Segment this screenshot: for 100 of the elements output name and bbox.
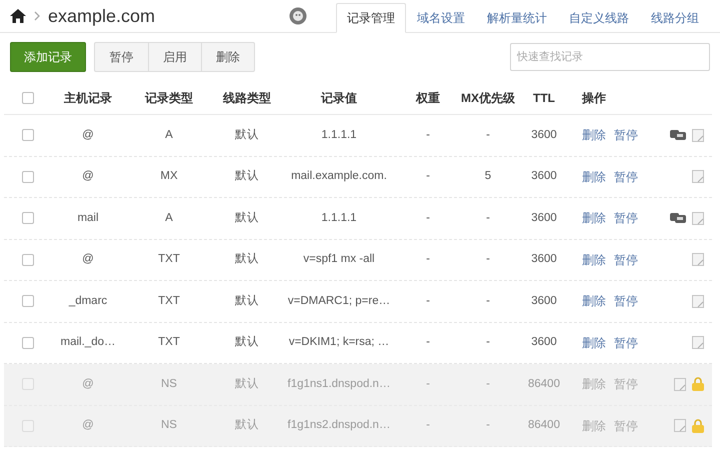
table-cell-text: 默认 — [235, 334, 259, 350]
checkbox[interactable] — [22, 336, 34, 349]
table-cell-text: _dmarc — [68, 294, 108, 309]
table-cell-text: 5 — [484, 169, 492, 184]
column-header: 权重 — [416, 90, 440, 106]
action-link[interactable]: 删除 — [582, 209, 606, 228]
action-link[interactable]: 删除 — [582, 168, 606, 186]
table-cell-text: NS — [161, 418, 177, 434]
column-header: TTL — [533, 90, 555, 106]
record-row[interactable]: @ TXT 默认 v=spf1 mx -all - - 3600 删除 暂停 — [4, 240, 712, 281]
table-cell-text: @ — [82, 128, 94, 143]
record-row[interactable]: mail._do… TXT 默认 v=DKIM1; k=rsa; … - - 3600 删除 暂停 — [4, 322, 712, 364]
table-cell-text: mail._do… — [60, 335, 116, 350]
table-cell-text: - — [426, 418, 430, 434]
table-cell-text: TXT — [158, 252, 180, 268]
table-cell-text: 86400 — [528, 376, 560, 392]
table-cell-text: - — [426, 294, 430, 309]
table-cell-text: TXT — [158, 335, 180, 350]
table-cell-text: 1.1.1.1 — [321, 128, 357, 143]
action-link[interactable]: 暂停 — [614, 126, 638, 144]
table-cell-text: v=DMARC1; p=re… — [288, 294, 390, 309]
lock-icon — [692, 418, 704, 433]
table-cell-text: mail — [77, 210, 99, 226]
table-cell-text: 3600 — [531, 294, 557, 309]
table-cell-text: TXT — [158, 294, 180, 309]
cluster-icon[interactable] — [670, 212, 686, 224]
table-cell-text: - — [486, 252, 490, 268]
tab[interactable]: 自定义线路 — [558, 3, 640, 33]
action-link[interactable]: 暂停 — [614, 334, 638, 352]
checkbox[interactable] — [22, 170, 34, 183]
action-link[interactable]: 暂停 — [614, 250, 638, 269]
action-link[interactable]: 暂停 — [614, 168, 638, 186]
table-cell-text: - — [486, 418, 490, 434]
table-cell-text: v=DKIM1; k=rsa; … — [288, 335, 390, 350]
cluster-icon[interactable] — [670, 129, 686, 142]
action-link[interactable]: 删除 — [582, 334, 606, 352]
table-cell-text: - — [486, 128, 490, 143]
table-cell-text: 默认 — [235, 294, 259, 309]
bubble-icon[interactable] — [289, 7, 308, 25]
table-cell-text: f1g1ns2.dnspod.n… — [288, 418, 390, 434]
table-cell-text: 默认 — [235, 418, 259, 434]
table-cell-text: A — [165, 128, 173, 143]
table-cell-text: 默认 — [235, 168, 259, 184]
domain-title: example.com — [48, 4, 156, 28]
note-icon[interactable] — [692, 128, 704, 142]
checkbox[interactable] — [22, 129, 34, 142]
table-cell-text: 3600 — [531, 169, 557, 184]
table-cell-text: - — [486, 335, 490, 350]
toolbar-button[interactable]: 启用 — [148, 43, 201, 71]
table-cell-text: 默认 — [235, 252, 259, 268]
action-link[interactable]: 暂停 — [614, 292, 638, 310]
tab[interactable]: 记录管理 — [336, 3, 406, 33]
checkbox[interactable] — [22, 92, 34, 104]
checkbox[interactable] — [22, 295, 34, 308]
table-cell-text: f1g1ns1.dnspod.n… — [288, 376, 390, 392]
toolbar-button[interactable]: 暂停 — [95, 43, 148, 71]
column-header: 主机记录 — [64, 90, 112, 106]
action-link[interactable]: 删除 — [582, 126, 606, 144]
home-icon[interactable] — [10, 9, 26, 23]
toolbar-button[interactable]: 删除 — [201, 43, 254, 71]
note-icon[interactable] — [692, 212, 704, 225]
note-icon[interactable] — [692, 170, 704, 184]
note-icon[interactable] — [692, 294, 704, 308]
table-cell-text: @ — [82, 169, 94, 184]
tab[interactable]: 域名设置 — [406, 3, 476, 33]
table-cell-text: mail.example.com. — [291, 169, 387, 184]
column-header: 线路类型 — [223, 90, 271, 106]
table-cell-text: 86400 — [528, 418, 560, 434]
table-cell-text: A — [165, 210, 173, 226]
table-cell-text: - — [426, 376, 430, 392]
table-cell-text: v=spf1 mx -all — [303, 252, 375, 268]
table-cell-text: 1.1.1.1 — [321, 210, 357, 226]
checkbox[interactable] — [22, 254, 34, 266]
table-cell-text: - — [426, 128, 430, 143]
action-link[interactable]: 暂停 — [614, 209, 638, 228]
table-cell-text: 默认 — [235, 376, 259, 392]
action-link[interactable]: 删除 — [582, 250, 606, 269]
table-cell-text: - — [486, 294, 490, 309]
chevron-right-icon — [34, 11, 40, 21]
table-cell-text: 默认 — [235, 210, 259, 226]
note-icon[interactable] — [692, 336, 704, 350]
table-cell-text: @ — [82, 252, 94, 268]
table-cell-text: - — [486, 376, 490, 392]
table-cell-text: - — [426, 169, 430, 184]
action-link[interactable]: 删除 — [582, 292, 606, 310]
table-cell-text: MX — [160, 169, 178, 184]
table-cell-text: - — [486, 210, 490, 226]
add-record-button[interactable]: 添加记录 — [10, 42, 86, 72]
note-icon[interactable] — [692, 253, 704, 266]
column-header: 操作 — [582, 90, 606, 104]
checkbox[interactable] — [22, 212, 34, 224]
tab[interactable]: 解析量统计 — [476, 3, 558, 33]
search-field[interactable]: 快速查找记录 — [510, 43, 710, 71]
column-header: 记录类型 — [145, 90, 193, 106]
table-cell-text: 3600 — [531, 252, 557, 268]
tab[interactable]: 线路分组 — [640, 3, 710, 33]
record-row[interactable]: @ MX 默认 mail.example.com. - 5 3600 删除 暂停 — [4, 156, 712, 198]
column-header: MX优先级 — [461, 90, 515, 106]
table-cell-text: - — [426, 335, 430, 350]
table-cell-text: @ — [82, 418, 94, 434]
